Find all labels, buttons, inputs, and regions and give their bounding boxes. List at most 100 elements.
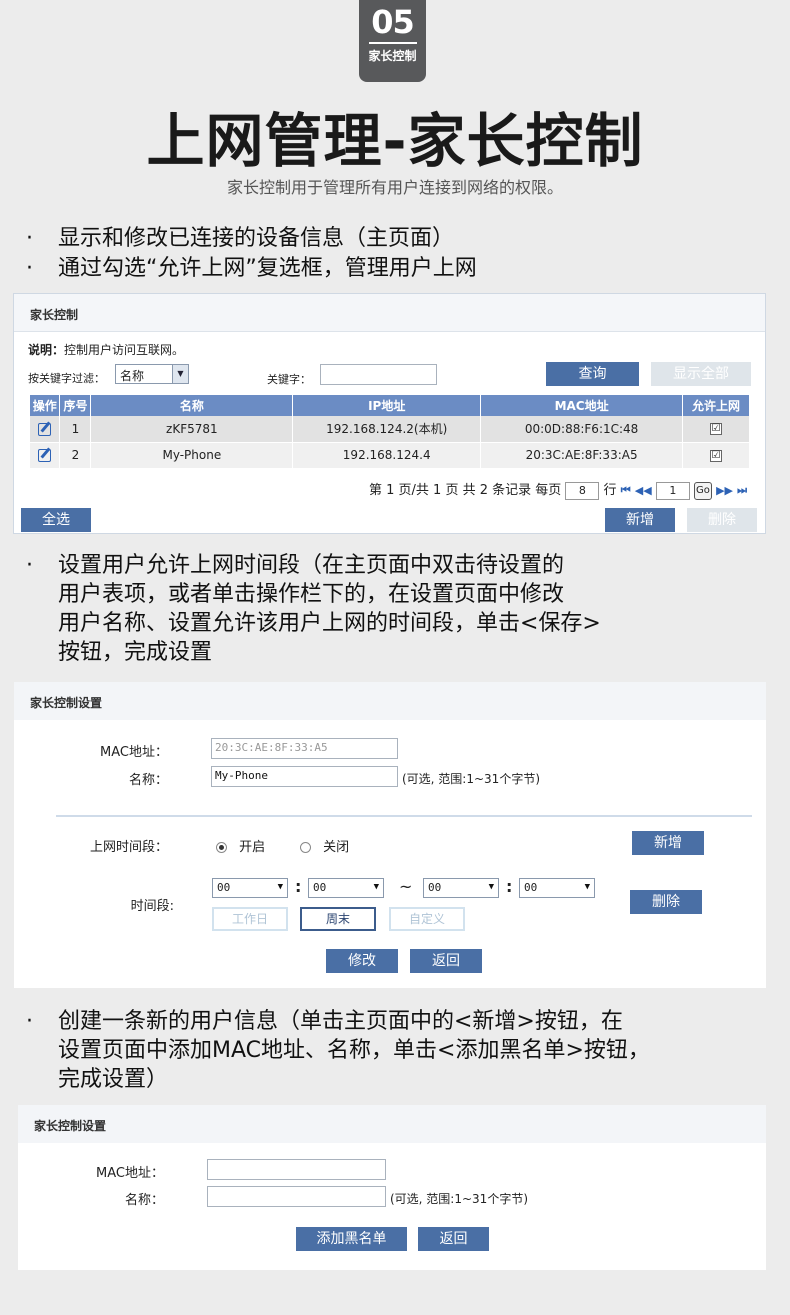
mac-label: MAC地址： [96,1166,164,1181]
time-colon: : [506,877,513,896]
weekend-toggle[interactable]: 周末 [300,907,376,931]
ip-cell: 192.168.124.4 [292,442,482,469]
bullet-dot-icon: · [26,226,33,251]
panel-header: 家长控制 [14,294,765,332]
panel-title: 家长控制 [30,308,79,322]
time-colon: : [295,877,302,896]
go-button[interactable]: Go [693,481,712,500]
radio-on[interactable] [216,842,227,853]
custom-toggle[interactable]: 自定义 [389,907,465,931]
bullet-text: 设置用户允许上网时间段（在主页面中双击待设置的 用户表项，或者单击操作栏下的，在… [58,553,601,665]
modify-button[interactable]: 修改 [326,949,398,973]
chevron-down-icon: ▼ [373,882,379,892]
name-field[interactable] [207,1186,386,1207]
panel-header: 家长控制设置 [18,1105,766,1143]
badge-divider [368,42,417,44]
bullet-dot-icon: · [26,256,33,281]
back-button[interactable]: 返回 [410,949,482,973]
device-table: 操作 序号 名称 IP地址 MAC地址 允许上网 1 zKF5781 192.1… [30,395,750,469]
col-header-name: 名称 [90,395,294,416]
add-period-button[interactable]: 新增 [632,831,704,855]
add-blacklist-button[interactable]: 添加黑名单 [296,1227,407,1251]
end-hour-select[interactable]: 00 ▼ [423,878,499,898]
col-header-action: 操作 [30,395,61,416]
start-minute-value: 00 [313,881,327,894]
name-cell: zKF5781 [90,416,294,443]
end-minute-select[interactable]: 00 ▼ [519,878,595,898]
prev-page-icon[interactable]: ◀◀ [635,484,652,497]
edit-icon[interactable] [38,422,52,436]
bullet-item: · 显示和修改已连接的设备信息（主页面） [26,224,454,253]
panel-title: 家长控制设置 [30,696,103,710]
keyword-input[interactable] [320,364,437,385]
desc-text: 控制用户访问互联网。 [64,343,185,357]
radio-off[interactable] [300,842,311,853]
delete-button[interactable]: 删除 [687,508,757,532]
section-label: 家长控制 [368,49,417,63]
pager-text: 第 1 页/共 1 页 共 2 条记录 每页 [369,483,562,498]
select-all-button[interactable]: 全选 [21,508,91,532]
delete-period-button[interactable]: 删除 [630,890,702,914]
start-hour-select[interactable]: 00 ▼ [212,878,288,898]
first-page-icon[interactable]: ⏮ [621,484,631,497]
filter-select[interactable]: 名称 ▼ [115,364,189,384]
allow-checkbox[interactable]: ☑ [710,423,723,436]
chevron-down-icon: ▼ [488,882,494,892]
col-header-ip: IP地址 [292,395,482,416]
start-minute-select[interactable]: 00 ▼ [308,878,384,898]
radio-on-option[interactable]: 开启 [216,836,265,855]
section-divider [56,815,752,817]
index-cell: 2 [59,442,92,469]
panel-title: 家长控制设置 [34,1119,107,1133]
allowed-cell: ☑ [682,442,750,469]
last-page-icon[interactable]: ⏭ [737,484,747,497]
query-button[interactable]: 查询 [546,362,639,386]
mac-field[interactable] [207,1159,386,1180]
bullet-item: · 创建一条新的用户信息（单击主页面中的<新增>按钮，在 设置页面中添加MAC地址… [26,1007,650,1094]
section-number: 05 [371,3,415,41]
start-hour-value: 00 [217,881,231,894]
bullet-item: · 通过勾选“允许上网”复选框，管理用户上网 [26,254,477,283]
bullet-item: · 设置用户允许上网时间段（在主页面中双击待设置的 用户表项，或者单击操作栏下的，… [26,551,601,667]
chevron-down-icon[interactable]: ▼ [172,365,188,383]
name-field[interactable]: My-Phone [211,766,398,787]
ip-cell: 192.168.124.2(本机) [292,416,482,443]
workday-toggle[interactable]: 工作日 [212,907,288,931]
next-page-icon[interactable]: ▶▶ [716,484,733,497]
add-button[interactable]: 新增 [605,508,675,532]
add-settings-panel: 家长控制设置 MAC地址： 名称： (可选, 范围:1~31个字节) 添加黑名单… [18,1105,766,1270]
chevron-down-icon: ▼ [277,882,283,892]
per-page-input[interactable]: 8 [565,481,600,500]
table-row[interactable]: 1 zKF5781 192.168.124.2(本机) 00:0D:88:F6:… [30,416,750,443]
period-label: 上网时间段： [89,840,168,855]
mac-label: MAC地址： [100,745,168,760]
allow-checkbox[interactable]: ☑ [710,449,723,462]
time-tilde: ~ [399,877,413,896]
table-row[interactable]: 2 My-Phone 192.168.124.4 20:3C:AE:8F:33:… [30,442,750,469]
page-input[interactable]: 1 [655,481,690,500]
panel-description: 说明：控制用户访问互联网。 [28,341,184,358]
page-title: 上网管理-家长控制 [146,107,644,175]
bullet-text: 显示和修改已连接的设备信息（主页面） [58,226,455,251]
page-subtitle: 家长控制用于管理所有用户连接到网络的权限。 [226,178,563,197]
parental-control-panel: 家长控制 说明：控制用户访问互联网。 按关键字过滤： 名称 ▼ 关键字： 查询 … [13,293,766,534]
col-header-allowed: 允许上网 [682,395,750,416]
action-cell [30,442,61,469]
bullet-dot-icon: · [26,553,33,578]
name-label: 名称： [128,773,168,788]
show-all-button[interactable]: 显示全部 [651,362,751,386]
edit-icon[interactable] [38,449,52,462]
row-unit: 行 [603,483,617,498]
table-header-row: 操作 序号 名称 IP地址 MAC地址 允许上网 [30,395,750,416]
end-minute-value: 00 [524,881,538,894]
radio-off-label: 关闭 [323,840,350,855]
col-header-index: 序号 [59,395,92,416]
section-badge: 05 家长控制 [359,0,426,82]
col-header-mac: MAC地址 [480,395,684,416]
name-hint: (可选, 范围:1~31个字节) [390,1192,528,1206]
mac-field[interactable]: 20:3C:AE:8F:33:A5 [211,738,398,759]
back-button[interactable]: 返回 [418,1227,489,1251]
radio-off-option[interactable]: 关闭 [300,836,349,855]
name-cell: My-Phone [90,442,294,469]
mac-cell: 00:0D:88:F6:1C:48 [480,416,684,443]
